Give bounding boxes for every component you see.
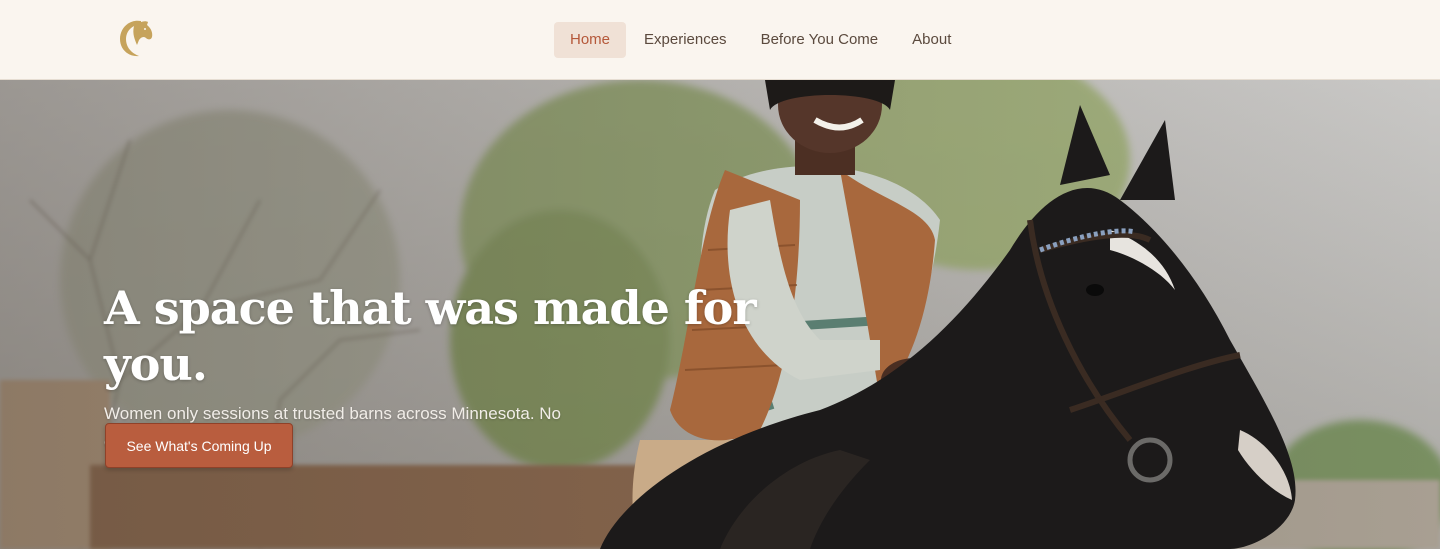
nav-about[interactable]: About (896, 22, 967, 58)
nav-experiences[interactable]: Experiences (628, 22, 743, 58)
horse-logo-icon[interactable] (117, 16, 155, 60)
see-whats-coming-up-button[interactable]: See What's Coming Up (105, 423, 293, 468)
hero-headline: A space that was made for you. (104, 281, 757, 391)
nav-before-you-come[interactable]: Before You Come (745, 22, 895, 58)
top-navigation: Home Experiences Before You Come About (0, 0, 1440, 80)
main-menu: Home Experiences Before You Come About (554, 22, 967, 58)
nav-home[interactable]: Home (554, 22, 627, 58)
hero-section: A space that was made for you. Women onl… (0, 80, 1440, 549)
